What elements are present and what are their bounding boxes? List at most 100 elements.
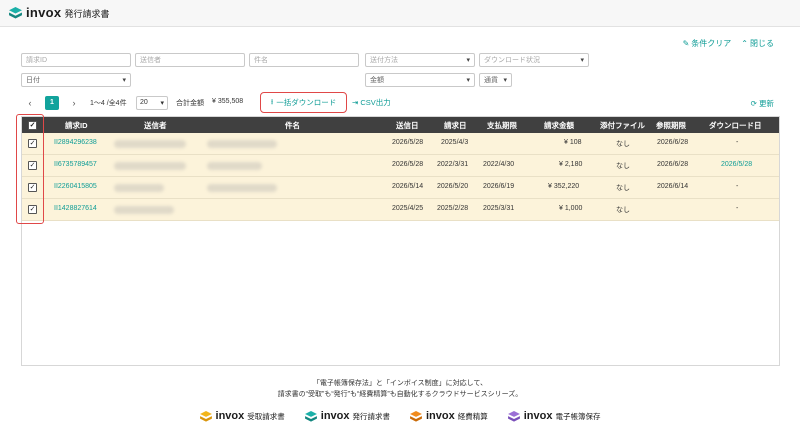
brand-word: invox xyxy=(523,410,553,422)
brand-issue-invoice[interactable]: invox 発行請求書 xyxy=(304,410,391,422)
total-amount-label: 合計金額 xyxy=(176,100,204,107)
invox-logo-icon xyxy=(507,410,520,422)
download-status-select[interactable]: ダウンロード状況 xyxy=(479,53,589,67)
table-row[interactable]: ✓ II1428827614 2025/4/25 2025/2/28 2025/… xyxy=(22,199,779,221)
table-row[interactable]: ✓ II6735789457 2026/5/28 2022/3/31 2022/… xyxy=(22,155,779,177)
app-header: invox 発行請求書 xyxy=(0,0,800,27)
sent-date: 2025/4/25 xyxy=(392,205,424,212)
reference-limit: 2026/6/28 xyxy=(657,139,689,146)
current-page[interactable]: 1 xyxy=(45,96,59,110)
invoice-id-link[interactable]: II1428827614 xyxy=(54,205,97,212)
table-row[interactable]: ✓ II2260415805 2026/5/14 2026/5/20 2026/… xyxy=(22,177,779,199)
invoice-id-link[interactable]: II6735789457 xyxy=(54,161,97,168)
subject-input[interactable]: 件名 xyxy=(249,53,359,67)
invox-logo-icon xyxy=(304,410,317,422)
sent-date: 2026/5/28 xyxy=(392,161,424,168)
attachment: なし xyxy=(616,163,630,170)
amount: ¥ 2,180 xyxy=(559,161,583,168)
download-icon: ⭳ xyxy=(270,97,274,106)
invoice-id-link[interactable]: II2260415805 xyxy=(54,183,97,190)
refresh-button[interactable]: ⟳ 更新 xyxy=(751,98,774,109)
result-range: 1〜4 /全4件 xyxy=(90,100,127,107)
due-date: 2026/6/19 xyxy=(483,183,515,190)
per-page-select[interactable]: 20 xyxy=(136,96,168,110)
refresh-label: 更新 xyxy=(759,99,774,108)
total-amount-value: ¥ 355,508 xyxy=(212,98,244,105)
brand-word: invox xyxy=(320,410,350,422)
sender-redacted xyxy=(114,184,164,192)
brand-word: invox xyxy=(426,410,455,422)
chevron-up-icon: ⌃ xyxy=(741,39,748,48)
sender-redacted xyxy=(114,162,186,170)
clear-conditions-link[interactable]: ✎ 条件クリア xyxy=(683,38,732,49)
sent-date: 2026/5/14 xyxy=(392,183,424,190)
close-filters-link[interactable]: ⌃ 閉じる xyxy=(741,38,774,49)
checkbox-highlight xyxy=(16,114,44,224)
prev-page-icon[interactable]: ‹ xyxy=(23,96,37,110)
download-date: - xyxy=(736,183,739,190)
amount: ¥ 1,000 xyxy=(559,205,583,212)
bulk-download-button[interactable]: ⭳ 一括ダウンロード xyxy=(260,92,347,113)
col-invoice-date[interactable]: 請求日 xyxy=(444,120,467,131)
col-sent-date[interactable]: 送信日 xyxy=(396,120,419,131)
attachment: なし xyxy=(616,141,630,148)
col-attachment[interactable]: 添付ファイル xyxy=(600,120,645,131)
footer-tagline: 「電子帳簿保存法」と「インボイス制度」に対応して、 請求書の“受取”も“発行”も… xyxy=(0,378,800,400)
brand-sub: 電子帳簿保存 xyxy=(555,412,601,421)
app-logo[interactable]: invox 発行請求書 xyxy=(9,5,109,20)
col-subject[interactable]: 件名 xyxy=(285,120,300,131)
bulk-download-label: 一括ダウンロード xyxy=(276,98,337,107)
delivery-method-select[interactable]: 送付方法 xyxy=(365,53,475,67)
invoice-id-input[interactable]: 請求ID xyxy=(21,53,131,67)
currency-select[interactable]: 通貨 xyxy=(479,73,512,87)
next-page-icon[interactable]: › xyxy=(67,96,81,110)
brand-e-book-storage[interactable]: invox 電子帳簿保存 xyxy=(507,410,601,422)
sender-redacted xyxy=(114,206,174,214)
col-invoice-id[interactable]: 請求ID xyxy=(65,120,88,131)
subject-redacted xyxy=(207,162,262,170)
footer-line-1: 「電子帳簿保存法」と「インボイス制度」に対応して、 xyxy=(312,380,488,387)
brand-word: invox xyxy=(215,410,245,422)
invox-logo-icon xyxy=(9,6,22,19)
filter-links: ✎ 条件クリア ⌃ 閉じる xyxy=(683,38,774,49)
invox-logo-icon xyxy=(199,410,212,422)
clear-conditions-label: 条件クリア xyxy=(691,39,732,48)
download-date: - xyxy=(736,139,739,146)
csv-export-button[interactable]: ⇥ CSV出力 xyxy=(352,97,391,108)
eraser-icon: ✎ xyxy=(682,39,690,48)
product-name: 発行請求書 xyxy=(64,9,110,19)
col-amount[interactable]: 請求金額 xyxy=(544,120,574,131)
sender-input[interactable]: 送信者 xyxy=(135,53,245,67)
download-date: 2026/5/28 xyxy=(721,161,753,168)
amount: ¥ 108 xyxy=(564,139,582,146)
product-brands: invox 受取請求書 invox 発行請求書 invox 経費精算 invox… xyxy=(0,410,800,422)
attachment: なし xyxy=(616,207,630,214)
subject-redacted xyxy=(207,184,277,192)
col-due-date[interactable]: 支払期限 xyxy=(487,120,517,131)
brand-receive-invoice[interactable]: invox 受取請求書 xyxy=(199,410,285,422)
invox-logo-icon xyxy=(410,410,422,422)
table-header: ✓ 請求ID 送信者 件名 送信日 請求日 支払期限 請求金額 添付ファイル 参… xyxy=(22,117,779,133)
close-filters-label: 閉じる xyxy=(750,39,774,48)
amount-select[interactable]: 金額 xyxy=(365,73,475,87)
brand-sub: 発行請求書 xyxy=(352,412,391,421)
col-reference-limit[interactable]: 参照期限 xyxy=(656,120,686,131)
sent-date: 2026/5/28 xyxy=(392,139,424,146)
attachment: なし xyxy=(616,185,630,192)
col-download-date[interactable]: ダウンロード日 xyxy=(709,120,762,131)
amount: ¥ 352,220 xyxy=(548,183,580,190)
brand-sub: 受取請求書 xyxy=(247,412,285,421)
due-date: 2025/3/31 xyxy=(483,205,515,212)
table-row[interactable]: ✓ II2894296238 2026/5/28 2025/4/3 ¥ 108 … xyxy=(22,133,779,155)
download-date: - xyxy=(736,205,739,212)
date-select[interactable]: 日付 xyxy=(21,73,131,87)
export-icon: ⇥ xyxy=(352,98,359,107)
due-date: 2022/4/30 xyxy=(483,161,515,168)
logo-wordmark: invox xyxy=(26,5,62,20)
refresh-icon: ⟳ xyxy=(750,99,757,108)
col-sender[interactable]: 送信者 xyxy=(144,120,167,131)
brand-expense[interactable]: invox 経費精算 xyxy=(410,410,488,422)
brand-sub: 経費精算 xyxy=(457,412,488,421)
footer-line-2: 請求書の“受取”も“発行”も“経費精算”も自動化するクラウドサービスシリーズ。 xyxy=(277,391,523,398)
invoice-id-link[interactable]: II2894296238 xyxy=(54,139,97,146)
